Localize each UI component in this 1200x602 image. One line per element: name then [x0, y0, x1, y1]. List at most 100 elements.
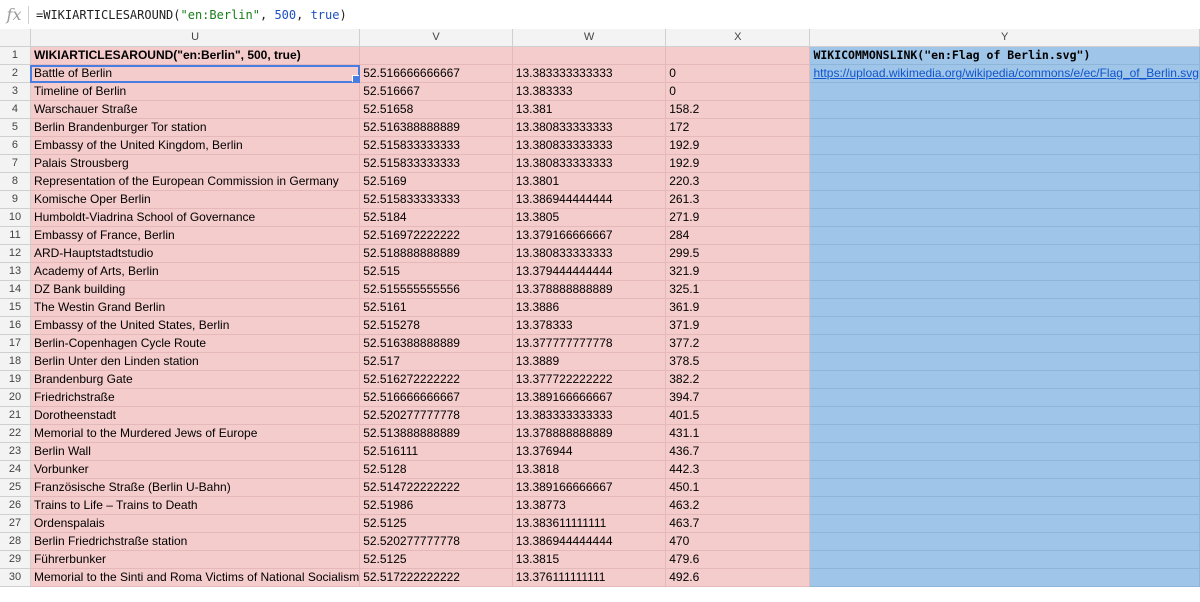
distance-cell[interactable]: 463.7: [665, 514, 811, 533]
distance-cell[interactable]: 371.9: [665, 316, 811, 335]
article-name-cell[interactable]: Ordenspalais: [30, 514, 361, 533]
cell[interactable]: [809, 154, 1200, 173]
cell[interactable]: [809, 532, 1200, 551]
distance-cell[interactable]: 463.2: [665, 496, 811, 515]
distance-cell[interactable]: 382.2: [665, 370, 811, 389]
column-header-w[interactable]: W: [512, 29, 667, 47]
cell[interactable]: [809, 442, 1200, 461]
latitude-cell[interactable]: 52.5161: [359, 298, 513, 317]
distance-cell[interactable]: 401.5: [665, 406, 811, 425]
distance-cell[interactable]: 299.5: [665, 244, 811, 263]
cell[interactable]: [809, 316, 1200, 335]
longitude-cell[interactable]: 13.378333: [512, 316, 667, 335]
article-name-cell[interactable]: Komische Oper Berlin: [30, 190, 361, 209]
latitude-cell[interactable]: 52.517: [359, 352, 513, 371]
latitude-cell[interactable]: 52.520277777778: [359, 532, 513, 551]
article-name-cell[interactable]: Friedrichstraße: [30, 388, 361, 407]
article-name-cell[interactable]: Brandenburg Gate: [30, 370, 361, 389]
distance-cell[interactable]: 378.5: [665, 352, 811, 371]
distance-cell[interactable]: 158.2: [665, 100, 811, 119]
latitude-cell[interactable]: 52.516972222222: [359, 226, 513, 245]
row-header[interactable]: 27: [0, 514, 31, 533]
article-name-cell[interactable]: Academy of Arts, Berlin: [30, 262, 361, 281]
article-name-cell[interactable]: Embassy of France, Berlin: [30, 226, 361, 245]
distance-cell[interactable]: 0: [665, 82, 811, 101]
cell[interactable]: [809, 496, 1200, 515]
row-header[interactable]: 4: [0, 100, 31, 119]
longitude-cell[interactable]: 13.380833333333: [512, 154, 667, 173]
distance-cell[interactable]: 261.3: [665, 190, 811, 209]
cell[interactable]: [809, 550, 1200, 569]
row-header[interactable]: 30: [0, 568, 31, 587]
cell[interactable]: [809, 118, 1200, 137]
distance-cell[interactable]: 284: [665, 226, 811, 245]
row-header[interactable]: 2: [0, 64, 31, 83]
row-header[interactable]: 8: [0, 172, 31, 191]
row-header[interactable]: 21: [0, 406, 31, 425]
longitude-cell[interactable]: 13.383611111111: [512, 514, 667, 533]
fill-handle[interactable]: [352, 75, 359, 82]
column-header-v[interactable]: V: [359, 29, 513, 47]
longitude-cell[interactable]: 13.38773: [512, 496, 667, 515]
row-header[interactable]: 17: [0, 334, 31, 353]
longitude-cell[interactable]: 13.377777777778: [512, 334, 667, 353]
distance-cell[interactable]: 450.1: [665, 478, 811, 497]
article-name-cell[interactable]: Berlin Wall: [30, 442, 361, 461]
article-name-cell[interactable]: The Westin Grand Berlin: [30, 298, 361, 317]
row-header[interactable]: 1: [0, 46, 31, 65]
article-name-cell[interactable]: Führerbunker: [30, 550, 361, 569]
longitude-cell[interactable]: 13.386944444444: [512, 532, 667, 551]
article-name-cell[interactable]: Trains to Life – Trains to Death: [30, 496, 361, 515]
distance-cell[interactable]: 442.3: [665, 460, 811, 479]
latitude-cell[interactable]: 52.516388888889: [359, 118, 513, 137]
cell[interactable]: [809, 226, 1200, 245]
article-name-cell[interactable]: Berlin Brandenburger Tor station: [30, 118, 361, 137]
cell[interactable]: [809, 208, 1200, 227]
cell[interactable]: [809, 424, 1200, 443]
row-header[interactable]: 22: [0, 424, 31, 443]
article-name-cell[interactable]: Embassy of the United Kingdom, Berlin: [30, 136, 361, 155]
article-name-cell[interactable]: Humboldt-Viadrina School of Governance: [30, 208, 361, 227]
row-header[interactable]: 6: [0, 136, 31, 155]
cell[interactable]: [809, 100, 1200, 119]
distance-cell[interactable]: 321.9: [665, 262, 811, 281]
cell[interactable]: [809, 406, 1200, 425]
row-header[interactable]: 16: [0, 316, 31, 335]
longitude-cell[interactable]: 13.376111111111: [512, 568, 667, 587]
distance-cell[interactable]: 431.1: [665, 424, 811, 443]
distance-cell[interactable]: 172: [665, 118, 811, 137]
row-header[interactable]: 11: [0, 226, 31, 245]
distance-cell[interactable]: 192.9: [665, 154, 811, 173]
article-name-cell[interactable]: Timeline of Berlin: [30, 82, 361, 101]
distance-cell[interactable]: 470: [665, 532, 811, 551]
distance-cell[interactable]: 377.2: [665, 334, 811, 353]
distance-cell[interactable]: 325.1: [665, 280, 811, 299]
formula-input[interactable]: =WIKIARTICLESAROUND("en:Berlin", 500, tr…: [36, 8, 347, 22]
row-header[interactable]: 19: [0, 370, 31, 389]
cell[interactable]: [665, 46, 811, 65]
cell[interactable]: [809, 388, 1200, 407]
article-name-cell[interactable]: ARD-Hauptstadtstudio: [30, 244, 361, 263]
article-name-cell[interactable]: Vorbunker: [30, 460, 361, 479]
cell[interactable]: [809, 190, 1200, 209]
latitude-cell[interactable]: 52.5125: [359, 514, 513, 533]
article-name-cell[interactable]: Memorial to the Murdered Jews of Europe: [30, 424, 361, 443]
row-header[interactable]: 7: [0, 154, 31, 173]
longitude-cell[interactable]: 13.389166666667: [512, 478, 667, 497]
longitude-cell[interactable]: 13.383333333333: [512, 406, 667, 425]
cell[interactable]: [512, 46, 667, 65]
longitude-cell[interactable]: 13.378888888889: [512, 280, 667, 299]
cell[interactable]: [809, 460, 1200, 479]
row-header[interactable]: 15: [0, 298, 31, 317]
cell[interactable]: [809, 298, 1200, 317]
commons-link-cell[interactable]: https://upload.wikimedia.org/wikipedia/c…: [809, 64, 1200, 83]
row-header[interactable]: 23: [0, 442, 31, 461]
row-header[interactable]: 20: [0, 388, 31, 407]
latitude-cell[interactable]: 52.51658: [359, 100, 513, 119]
cell[interactable]: [809, 370, 1200, 389]
longitude-cell[interactable]: 13.383333333333: [512, 64, 667, 83]
row-header[interactable]: 10: [0, 208, 31, 227]
row-header[interactable]: 5: [0, 118, 31, 137]
row-header[interactable]: 25: [0, 478, 31, 497]
cell[interactable]: [809, 352, 1200, 371]
